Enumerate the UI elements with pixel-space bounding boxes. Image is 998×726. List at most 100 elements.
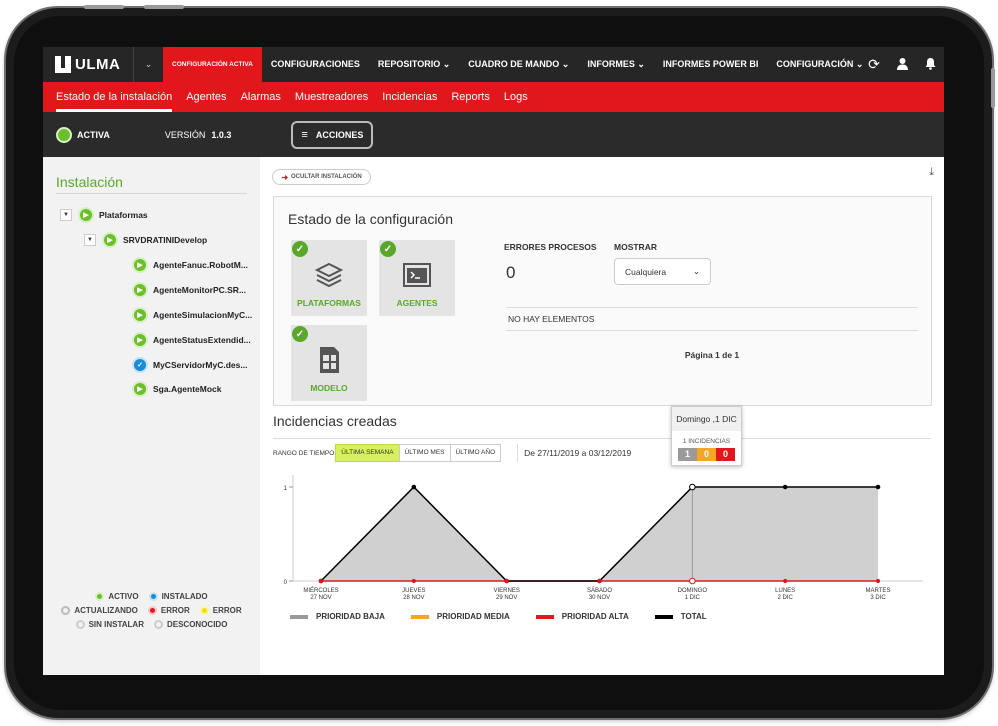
y-tick-label: 0 xyxy=(284,580,288,586)
check-icon: ✓ xyxy=(292,241,308,257)
subnav-reports[interactable]: Reports xyxy=(451,82,490,112)
subnav-logs[interactable]: Logs xyxy=(504,82,528,112)
total-point xyxy=(411,484,417,490)
nav-configuraciones[interactable]: CONFIGURACIONES xyxy=(262,47,369,82)
acciones-button[interactable]: ≡ ACCIONES xyxy=(291,120,374,149)
x-tick-label: MIÉRCOLES xyxy=(303,587,338,594)
x-tick-label: VIERNES xyxy=(493,588,519,594)
total-point xyxy=(875,484,881,490)
tree-node-label: Sga.AgenteMock xyxy=(153,384,222,394)
show-filter-select[interactable]: Cualquiera ⌄ xyxy=(614,258,711,285)
top-navigation: CONFIGURACIÓN ACTIVA CONFIGURACIONES REP… xyxy=(163,47,872,82)
bell-icon[interactable] xyxy=(916,57,944,73)
card-modelo[interactable]: ✓ MODELO xyxy=(291,325,367,401)
y-tick-label: 1 xyxy=(284,486,288,492)
high-point xyxy=(318,578,324,584)
area-low-priority xyxy=(321,487,878,581)
high-point xyxy=(689,577,696,585)
tree-node-label: MyCServidorMyC.des... xyxy=(153,360,248,370)
card-plataformas[interactable]: ✓ PLATAFORMAS xyxy=(291,240,367,316)
active-status-icon xyxy=(56,126,72,143)
legend-item-total[interactable]: TOTAL xyxy=(654,612,707,621)
x-tick-label: MARTES xyxy=(866,588,891,594)
range-last-week-button[interactable]: ÚLTIMA SEMANA xyxy=(335,444,400,462)
nav-repositorio[interactable]: REPOSITORIO ⌄ xyxy=(369,47,459,82)
tree-node-agent[interactable]: ▶ AgenteMonitorPC.SR... xyxy=(132,282,246,298)
legend-label: ERROR xyxy=(160,605,190,615)
range-last-year-button[interactable]: ÚLTIMO AÑO xyxy=(449,444,502,462)
card-label: AGENTES xyxy=(396,298,438,308)
legend-item-high[interactable]: PRIORIDAD ALTA xyxy=(535,612,629,621)
tree-node-agent[interactable]: ▶ AgenteSimulacionMyC... xyxy=(132,307,252,323)
hide-installation-button[interactable]: ➜ OCULTAR INSTALACIÓN xyxy=(272,169,371,185)
chart-legend: PRIORIDAD BAJA PRIORIDAD MEDIA PRIORIDAD… xyxy=(290,612,733,621)
platform-status-icon: ▶ xyxy=(78,207,94,223)
config-title: Estado de la configuración xyxy=(288,211,453,227)
version-label: VERSIÓN xyxy=(164,129,206,140)
nav-informes[interactable]: INFORMES ⌄ xyxy=(578,47,654,82)
top-icons: ⟳ xyxy=(860,47,944,82)
version-info: VERSIÓN 1.0.3 xyxy=(165,130,232,140)
pagination-text: Página 1 de 1 xyxy=(684,350,740,360)
legend-label: DESCONOCIDO xyxy=(166,619,228,629)
agent-status-icon: ▶ xyxy=(132,257,148,273)
legend-label: ACTIVO xyxy=(108,591,139,601)
x-tick-date: 27 NOV xyxy=(310,595,331,601)
errors-value: 0 xyxy=(506,263,516,282)
legend-label: ERROR xyxy=(212,605,242,615)
tree-node-plataformas[interactable]: ▼ ▶ Plataformas xyxy=(60,207,148,223)
check-icon: ✓ xyxy=(292,326,308,342)
x-tick-label: LUNES xyxy=(775,588,795,594)
agent-status-icon: ▶ xyxy=(132,307,148,323)
ulma-logo[interactable]: ULMA xyxy=(43,47,133,82)
tree-node-agent[interactable]: ▶ AgenteFanuc.RobotM... xyxy=(132,257,248,273)
sub-navigation: Estado de la instalación Agentes Alarmas… xyxy=(43,82,944,112)
tree-node-agent[interactable]: ▶ Sga.AgenteMock xyxy=(132,381,222,397)
legend-label: INSTALADO xyxy=(161,591,208,601)
subnav-agentes[interactable]: Agentes xyxy=(186,82,226,112)
tree-node-server[interactable]: ▼ ▶ SRVDRATINIDevelop xyxy=(84,232,207,248)
model-document-icon xyxy=(320,347,339,373)
tree-node-label: AgenteMonitorPC.SR... xyxy=(153,285,247,295)
agent-status-icon: ▶ xyxy=(132,332,148,348)
app-screen: ULMA ⌄ CONFIGURACIÓN ACTIVA CONFIGURACIO… xyxy=(43,47,944,675)
card-agentes[interactable]: ✓ AGENTES xyxy=(379,240,455,316)
actualizando-dot xyxy=(61,605,71,615)
subnav-muestreadores[interactable]: Muestreadores xyxy=(295,82,368,112)
nav-cuadro-de-mando[interactable]: CUADRO DE MANDO ⌄ xyxy=(459,47,578,82)
server-status-icon: ▶ xyxy=(102,232,118,248)
legend-label: PRIORIDAD ALTA xyxy=(561,612,629,621)
tree-node-agent[interactable]: ✓ MyCServidorMyC.des... xyxy=(132,357,247,373)
show-label: MOSTRAR xyxy=(614,242,657,252)
instalado-dot xyxy=(148,591,158,601)
legend-label: ACTUALIZANDO xyxy=(74,605,138,615)
collapse-toggle-icon[interactable]: ▼ xyxy=(84,234,96,246)
subnav-estado-instalacion[interactable]: Estado de la instalación xyxy=(56,82,173,112)
x-tick-date: 2 DIC xyxy=(777,595,793,601)
x-tick-date: 1 DIC xyxy=(685,595,701,601)
nav-configuracion[interactable]: CONFIGURACIÓN ⌄ xyxy=(767,47,872,82)
download-icon[interactable]: ⤓ xyxy=(929,166,934,179)
chart-tooltip: Domingo ,1 DIC 1 INCIDENCIAS 1 0 0 xyxy=(671,406,742,466)
legend-item-low[interactable]: PRIORIDAD BAJA xyxy=(290,612,385,621)
tree-node-label: Plataformas xyxy=(99,210,148,220)
nav-configuracion-activa[interactable]: CONFIGURACIÓN ACTIVA xyxy=(163,47,262,82)
agent-status-icon: ▶ xyxy=(132,381,148,397)
collapse-toggle-icon[interactable]: ▼ xyxy=(60,209,72,221)
range-last-month-button[interactable]: ÚLTIMO MES xyxy=(398,444,451,462)
tree-node-agent[interactable]: ▶ AgenteStatusExtendid... xyxy=(132,332,251,348)
subnav-alarmas[interactable]: Alarmas xyxy=(241,82,281,112)
refresh-icon[interactable]: ⟳ xyxy=(860,56,888,73)
legend-item-medium[interactable]: PRIORIDAD MEDIA xyxy=(410,612,510,621)
user-icon[interactable] xyxy=(888,57,916,73)
total-point xyxy=(782,484,788,490)
main-content: ➜ OCULTAR INSTALACIÓN ⤓ Estado de la conf… xyxy=(260,157,944,675)
brand-dropdown-chevron-icon[interactable]: ⌄ xyxy=(133,47,163,82)
high-point xyxy=(875,578,881,584)
x-tick-date: 29 NOV xyxy=(496,595,517,601)
subnav-incidencias[interactable]: Incidencias xyxy=(382,82,437,112)
error-red-dot xyxy=(147,605,157,615)
nav-informes-power-bi[interactable]: INFORMES POWER BI xyxy=(654,47,768,82)
empty-message: NO HAY ELEMENTOS xyxy=(506,307,918,331)
installation-sidebar: Instalación ▼ ▶ Plataformas ▼ ▶ SRVDRATI… xyxy=(43,157,260,675)
